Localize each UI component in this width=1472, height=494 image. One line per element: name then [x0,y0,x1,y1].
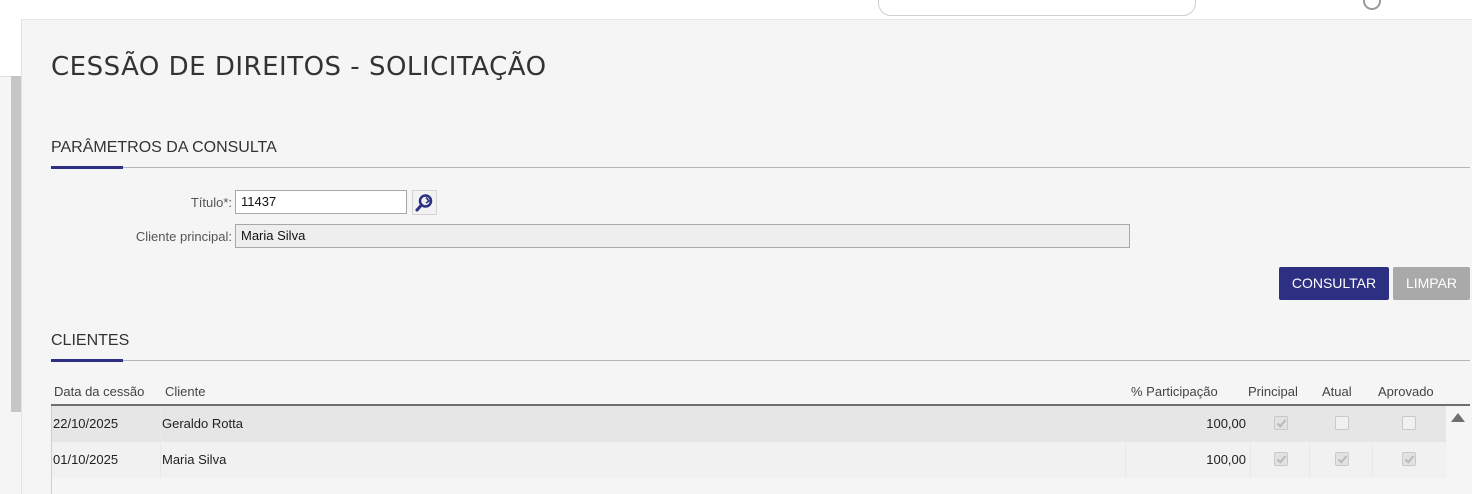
atual-checkbox[interactable] [1335,416,1349,430]
cell-participacao: 100,00 [1206,416,1246,431]
titulo-input[interactable]: 11437 [235,190,407,214]
col-header-aprovado[interactable]: Aprovado [1378,384,1434,399]
cliente-principal-field: Maria Silva [235,224,1130,248]
cell-participacao: 100,00 [1206,452,1246,467]
principal-checkbox[interactable] [1274,416,1288,430]
column-separator [1309,442,1310,478]
clientes-section-divider [51,360,1470,361]
side-panel-scrollbar[interactable] [11,76,21,412]
limpar-button[interactable]: LIMPAR [1393,267,1470,300]
global-search-input[interactable] [878,0,1196,16]
table-row[interactable]: 01/10/2025 Maria Silva 100,00 [52,442,1446,478]
params-section-title: PARÂMETROS DA CONSULTA [51,139,277,156]
col-header-atual[interactable]: Atual [1322,384,1352,399]
params-section-divider [51,167,1470,168]
column-separator [1372,442,1373,478]
cell-cliente: Maria Silva [162,452,227,467]
clientes-section-title: CLIENTES [51,332,130,349]
titulo-search-button[interactable] [412,190,437,215]
side-panel-divider [21,19,22,494]
scroll-up-arrow-icon[interactable] [1451,413,1465,422]
cell-data: 22/10/2025 [53,416,119,431]
side-panel-header [0,19,21,77]
col-header-cliente[interactable]: Cliente [165,384,205,399]
cell-data: 01/10/2025 [53,452,119,467]
principal-checkbox[interactable] [1274,452,1288,466]
clientes-section-accent [51,359,123,362]
help-icon[interactable] [1363,0,1381,10]
titulo-label: Título*: [190,195,232,210]
table-row[interactable]: 22/10/2025 Geraldo Rotta 100,00 [52,406,1446,442]
column-separator [1250,442,1251,478]
col-header-data[interactable]: Data da cessão [54,384,144,399]
aprovado-checkbox[interactable] [1402,452,1416,466]
search-icon [415,194,433,212]
consultar-button[interactable]: CONSULTAR [1279,267,1389,300]
top-bar [0,0,1472,20]
cliente-principal-label: Cliente principal: [135,229,232,244]
params-section-accent [51,166,123,169]
column-separator [160,442,161,478]
aprovado-checkbox[interactable] [1402,416,1416,430]
col-header-principal[interactable]: Principal [1248,384,1298,399]
page-title: CESSÃO DE DIREITOS - SOLICITAÇÃO [51,52,547,82]
column-separator [160,406,161,442]
cell-cliente: Geraldo Rotta [162,416,243,431]
col-header-participacao[interactable]: % Participação [1131,384,1218,399]
atual-checkbox[interactable] [1335,452,1349,466]
